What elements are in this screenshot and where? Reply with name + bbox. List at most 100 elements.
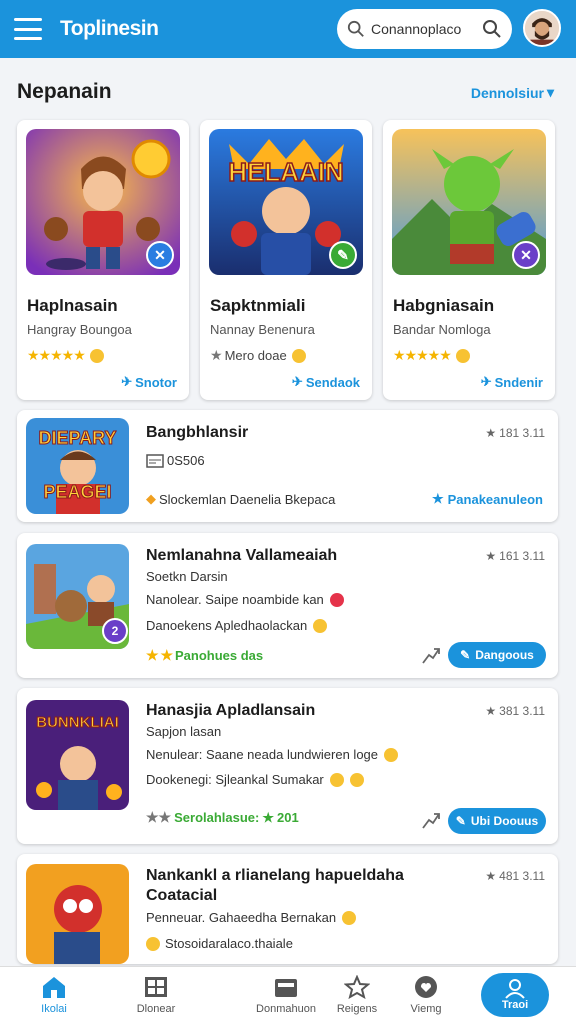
app-header: Toplinesin [0,0,576,58]
emoji-icon [146,936,160,951]
section-link-label: Dennolsiur [470,84,544,101]
emoji-icon [342,910,357,925]
rating-stars-icon: ★★★★★ [27,347,86,363]
game-thumbnail [26,864,129,964]
menu-icon[interactable] [14,18,42,40]
nav-label: Donmahuon [256,1003,316,1015]
nav-label: Dlonear [136,1003,176,1015]
emoji-icon [384,747,399,762]
featured-subtitle: Hangray Boungoa [27,322,132,337]
button-label: Ubi Doouus [470,814,539,828]
tool-icon: ✕ [512,241,540,269]
thumbnail-title: BUNNKLIAI [36,714,120,732]
tool-icon: ✕ [146,241,174,269]
featured-action-link[interactable]: ✈ Snotor [121,374,177,390]
list-line-text: Dookenegi: Sjleankal Sumakar [146,772,324,787]
list-meta: ★ 381 3.11 [485,704,545,718]
featured-action-label: Sendaok [305,374,360,390]
share-icon[interactable] [421,646,441,666]
game-thumbnail: BUNNKLIAI [26,700,129,810]
list-meta-value: 481 3.11 [499,869,545,883]
featured-subtitle: Nannay Benenura [210,322,315,337]
chevron-down-icon: ▾ [546,84,554,100]
section-link[interactable]: Dennolsiur ▾ [471,84,554,101]
book-icon [145,977,167,997]
featured-action-link[interactable]: ✈ Sendaok [292,374,360,390]
list-line-text: Stosoidaralaco.thaiale [165,936,293,951]
nav-item-star[interactable]: Reigens [317,975,397,1015]
list-line: Soetkn Darsin [146,569,228,584]
featured-name: Sapktnmiali [210,296,306,315]
list-action-link[interactable]: ★ Panakeanuleon [432,491,543,507]
list-line: ★ ★ Panohues das [146,647,263,664]
pin-icon: ✈ [291,374,303,389]
list-item[interactable]: Nankankl a rlianelang hapueldaha Coataci… [17,854,558,964]
game-thumbnail: DIEPARY PEAGEI [26,418,129,514]
featured-name: Habgniasain [393,296,495,315]
featured-card[interactable]: ✕ Haplnasain Hangray Boungoa ★★★★★ ✈ Sno… [17,120,189,400]
badge-icon: 2 [102,618,128,644]
emoji-icon [329,592,344,607]
list-meta-value: 161 3.11 [499,549,545,563]
emoji-icon [313,618,328,633]
search-box[interactable] [337,9,512,49]
emoji-icon [329,772,344,787]
nav-label: Reigens [336,1003,378,1015]
list-meta: ★ 181 3.11 [485,426,545,440]
star-icon: ★ [485,426,497,440]
game-thumbnail: ✕ [26,129,180,275]
app-title: Toplinesin [60,17,159,40]
emoji-icon [291,348,306,363]
pencil-icon: ✎ [460,648,471,662]
featured-card[interactable]: ✕ Habgniasain Bandar Nomloga ★★★★★ ✈ Snd… [383,120,555,400]
list-item[interactable]: BUNNKLIAI Hanasjia Apladlansain ★ 381 3.… [17,688,558,844]
list-line-text: Panohues das [175,648,264,663]
list-item[interactable]: 2 Nemlanahna Vallameaiah ★ 161 3.11 Soet… [17,533,558,678]
star-icon: ★ [210,347,223,363]
wrench-icon: ✎ [329,241,357,269]
folder-icon [275,979,297,997]
list-line: Sapjon lasan [146,724,222,739]
game-thumbnail: ✕ [392,129,546,275]
emoji-icon [89,348,104,363]
pin-icon: ✈ [480,374,492,389]
list-meta: ★ 481 3.11 [485,869,545,883]
list-line: Danoekens Apledhaolackan [146,618,328,633]
nav-item-user[interactable]: Traoi [481,973,549,1017]
list-title: Nankankl a rlianelang hapueldaha [146,867,404,884]
featured-action-link[interactable]: ✈ Sndenir [481,374,543,390]
rating-stars-icon: ★★ [146,809,172,825]
star-icon: ★ [262,809,275,825]
avatar[interactable] [523,9,561,47]
nav-item-folder[interactable]: Donmahuon [246,975,326,1015]
download-button[interactable]: ✎ Dangoous [448,642,546,668]
list-line: 0S506 [146,453,205,468]
search-input[interactable] [371,21,471,37]
home-icon [43,977,65,998]
thumbnail-title-top: DIEPARY [38,428,117,449]
game-thumbnail: 2 [26,544,129,649]
emoji-icon [349,772,364,787]
section-title: Nepanain [17,80,112,103]
list-line: Nanolear. Saipe noambide kan [146,592,344,607]
card-icon [146,453,164,468]
list-meta: ★ 161 3.11 [485,549,545,563]
list-line: ◆ Slockemlan Daenelia Bkepaca [146,491,335,507]
list-line-text: Nanolear. Saipe noambide kan [146,592,324,607]
featured-card[interactable]: HELAAIN ✎ Sapktnmiali Nannay Benenura ★ … [200,120,372,400]
search-button-icon[interactable] [482,19,502,39]
list-line: Penneuar. Gahaeedha Bernakan [146,910,357,925]
download-button[interactable]: ✎ Ubi Doouus [448,808,546,834]
star-icon [344,975,370,999]
tag-icon: ◆ [146,491,156,506]
featured-rating: ★★★★★ [27,347,104,364]
nav-item-home[interactable]: Ikolai [14,975,94,1015]
list-line-value: 201 [277,810,299,825]
star-icon: ★ [485,549,497,563]
nav-item-heart[interactable]: Viemg [386,975,466,1015]
list-item[interactable]: DIEPARY PEAGEI Bangbhlansir ★ 181 3.11 0… [17,410,558,522]
nav-item-book[interactable]: Dlonear [116,975,196,1015]
share-icon[interactable] [421,811,441,831]
list-meta-value: 381 3.11 [499,704,545,718]
nav-label: Viemg [410,1003,442,1015]
